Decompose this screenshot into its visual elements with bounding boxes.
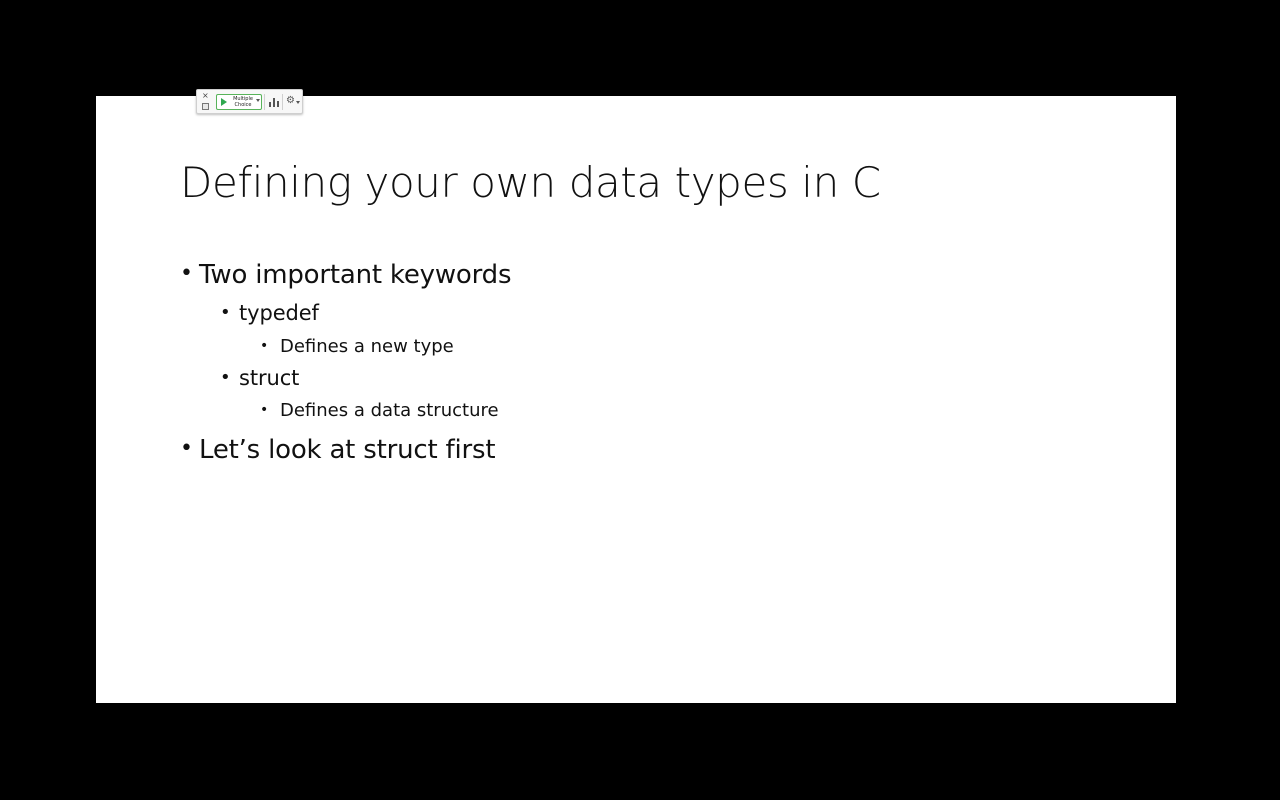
sub-sub-bullet-item: • Defines a data structure bbox=[260, 400, 499, 421]
bullet-marker: • bbox=[180, 436, 193, 461]
polling-toolbar: × Multiple Choice ⚙ bbox=[196, 89, 303, 114]
sub-sub-bullet-item: • Defines a new type bbox=[260, 336, 454, 357]
sub-bullet-item: • struct bbox=[220, 366, 299, 390]
gear-icon[interactable]: ⚙ bbox=[286, 95, 295, 107]
bullet-marker: • bbox=[260, 338, 269, 354]
slide-title: Defining your own data types in C bbox=[180, 158, 881, 207]
question-mode-label: Multiple Choice bbox=[230, 96, 256, 108]
play-icon bbox=[221, 98, 227, 106]
question-mode-line2: Choice bbox=[234, 102, 252, 108]
bullet-marker: • bbox=[180, 261, 193, 286]
bullet-text: Let’s look at struct first bbox=[199, 435, 496, 465]
bullet-text: struct bbox=[239, 366, 300, 390]
bullet-item: • Let’s look at struct first bbox=[180, 435, 496, 465]
sub-bullet-item: • typedef bbox=[220, 301, 319, 325]
bullet-item: • Two important keywords bbox=[180, 260, 512, 290]
slide: Defining your own data types in C • Two … bbox=[96, 96, 1176, 703]
bullet-text: Two important keywords bbox=[199, 260, 512, 290]
minimize-icon[interactable] bbox=[202, 103, 209, 110]
toolbar-divider bbox=[264, 94, 265, 110]
presentation-screen: Defining your own data types in C • Two … bbox=[0, 0, 1280, 800]
bullet-marker: • bbox=[220, 302, 231, 323]
start-poll-button[interactable]: Multiple Choice bbox=[216, 94, 262, 110]
chevron-down-icon[interactable] bbox=[256, 99, 260, 102]
toolbar-divider bbox=[282, 94, 283, 110]
chevron-down-icon[interactable] bbox=[296, 101, 300, 104]
bullet-marker: • bbox=[260, 402, 269, 418]
bullet-text: Defines a new type bbox=[280, 336, 454, 357]
bullet-text: Defines a data structure bbox=[280, 400, 499, 421]
bullet-text: typedef bbox=[239, 301, 319, 325]
bar-chart-icon[interactable] bbox=[268, 97, 279, 107]
bullet-marker: • bbox=[220, 367, 231, 388]
close-icon[interactable]: × bbox=[202, 91, 209, 100]
